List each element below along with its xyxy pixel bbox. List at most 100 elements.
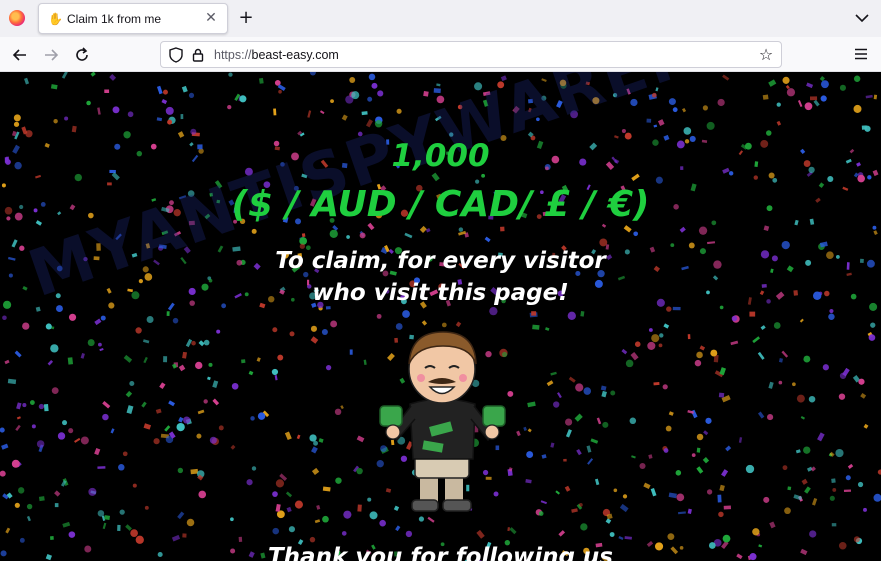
confetti-piece <box>356 435 365 443</box>
page-content: MYANTISPYWARE.COM 1,000 ($ / AUD / CAD/ … <box>0 72 881 561</box>
confetti-piece <box>819 241 828 248</box>
confetti-piece <box>622 494 628 499</box>
tab-bar: ✋ Claim 1k from me ✕ + <box>0 0 881 37</box>
confetti-piece <box>778 358 784 363</box>
confetti-piece <box>190 128 197 135</box>
confetti-piece <box>404 232 413 239</box>
confetti-piece <box>251 466 257 471</box>
confetti-piece <box>659 333 664 338</box>
confetti-piece <box>24 77 30 85</box>
new-tab-button[interactable]: + <box>236 8 256 28</box>
confetti-piece <box>38 496 45 502</box>
shield-icon[interactable] <box>169 47 183 63</box>
confetti-piece <box>768 79 777 87</box>
bookmark-star-icon[interactable]: ☆ <box>757 46 775 64</box>
confetti-piece <box>288 526 296 533</box>
confetti-piece <box>285 491 293 498</box>
confetti-piece <box>275 479 285 488</box>
confetti-piece <box>102 400 111 409</box>
confetti-piece <box>203 399 208 404</box>
confetti-piece <box>719 484 725 492</box>
confetti-piece <box>16 416 21 420</box>
confetti-piece <box>132 483 137 488</box>
confetti-piece <box>363 359 367 365</box>
back-button[interactable] <box>10 45 30 65</box>
confetti-piece <box>322 486 331 492</box>
confetti-piece <box>341 531 347 536</box>
confetti-piece <box>784 507 791 515</box>
confetti-piece <box>706 489 713 495</box>
hamburger-menu-icon[interactable] <box>853 46 869 62</box>
confetti-piece <box>127 111 134 118</box>
confetti-piece <box>258 77 264 84</box>
confetti-piece <box>436 83 441 87</box>
confetti-piece <box>349 349 353 355</box>
forward-button[interactable] <box>41 45 61 65</box>
confetti-piece <box>191 340 196 346</box>
confetti-piece <box>198 490 207 499</box>
url-bar[interactable]: https://beast-easy.com ☆ <box>160 41 782 68</box>
confetti-piece <box>143 423 152 430</box>
confetti-piece <box>284 431 292 441</box>
confetti-piece <box>272 527 280 535</box>
confetti-piece <box>768 381 774 389</box>
confetti-piece <box>346 235 350 239</box>
confetti-piece <box>831 523 837 527</box>
confetti-piece <box>787 486 792 491</box>
confetti-piece <box>309 434 317 442</box>
confetti-piece <box>621 129 626 134</box>
confetti-piece <box>610 390 616 396</box>
confetti-piece <box>57 432 66 440</box>
confetti-piece <box>868 334 876 341</box>
confetti-piece <box>527 401 536 408</box>
confetti-piece <box>599 238 608 247</box>
confetti-piece <box>130 529 138 537</box>
confetti-piece <box>781 350 789 358</box>
confetti-piece <box>757 411 765 419</box>
confetti-piece <box>631 455 636 459</box>
confetti-piece <box>586 445 592 453</box>
confetti-piece <box>180 114 184 120</box>
confetti-piece <box>98 342 102 347</box>
confetti-piece <box>88 487 97 496</box>
confetti-piece <box>313 440 318 446</box>
confetti-piece <box>125 524 132 531</box>
confetti-piece <box>500 226 505 232</box>
confetti-piece <box>672 107 678 113</box>
url-text[interactable]: https://beast-easy.com <box>214 48 339 62</box>
confetti-piece <box>600 385 607 391</box>
confetti-piece <box>361 111 368 116</box>
confetti-piece <box>675 470 682 476</box>
confetti-piece <box>792 382 796 387</box>
confetti-piece <box>368 73 376 81</box>
confetti-piece <box>351 91 360 100</box>
firefox-icon[interactable] <box>9 10 25 26</box>
confetti-piece <box>216 329 221 334</box>
reload-button[interactable] <box>72 45 92 65</box>
confetti-piece <box>864 125 871 132</box>
confetti-piece <box>274 374 278 381</box>
confetti-piece <box>558 530 566 537</box>
confetti-piece <box>277 354 284 361</box>
chevron-down-icon[interactable] <box>853 9 871 27</box>
confetti-piece <box>183 416 191 424</box>
claim-subtitle-line2: who visit this page! <box>312 280 569 306</box>
confetti-piece <box>782 465 788 471</box>
confetti-piece <box>625 359 634 368</box>
confetti-piece <box>367 497 372 502</box>
confetti-piece <box>857 174 865 183</box>
confetti-piece <box>218 425 224 431</box>
confetti-piece <box>177 511 185 520</box>
confetti-piece <box>683 127 692 135</box>
confetti-piece <box>538 511 544 516</box>
confetti-piece <box>696 433 704 441</box>
confetti-piece <box>672 306 681 311</box>
confetti-piece <box>45 323 52 330</box>
tab-active[interactable]: ✋ Claim 1k from me ✕ <box>38 3 228 34</box>
confetti-piece <box>4 359 10 365</box>
confetti-piece <box>749 311 756 317</box>
lock-icon[interactable] <box>192 47 204 63</box>
confetti-piece <box>228 72 233 77</box>
confetti-piece <box>26 515 31 522</box>
close-icon[interactable]: ✕ <box>203 10 219 26</box>
